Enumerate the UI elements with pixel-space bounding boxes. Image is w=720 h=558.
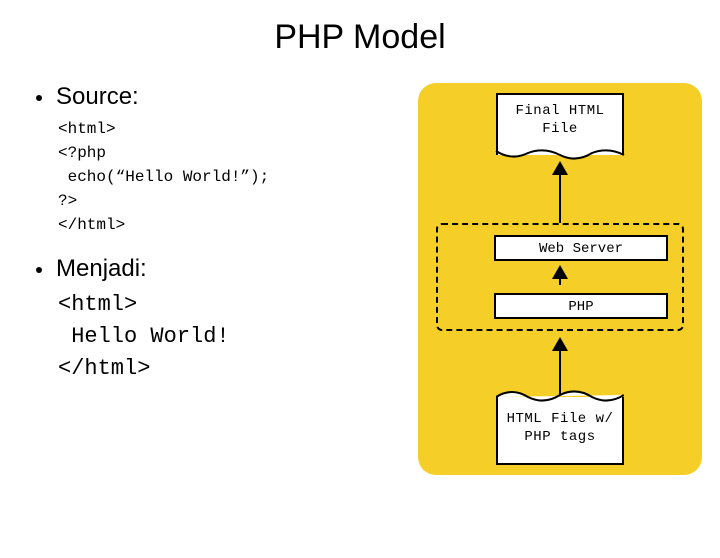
slide-body: Source: <html> <?php echo(“Hello World!”… [0, 83, 720, 475]
arrow-up-icon [559, 339, 561, 395]
arrow-up-small-icon [559, 267, 561, 285]
menjadi-label: Menjadi: [56, 255, 147, 283]
source-code-block: <html> <?php echo(“Hello World!”); ?> </… [58, 117, 408, 237]
result-code-block: <html> Hello World! </html> [58, 289, 408, 385]
slide-title: PHP Model [0, 18, 720, 57]
final-html-label: Final HTML File [498, 95, 622, 138]
web-server-box: Web Server [494, 235, 668, 261]
source-html-doc: HTML File w/ PHP tags [496, 397, 624, 465]
php-box: PHP [494, 293, 668, 319]
bullet-dot-icon [36, 267, 42, 273]
right-column: Final HTML File Web Server PHP [418, 83, 720, 475]
bullet-dot-icon [36, 95, 42, 101]
source-label: Source: [56, 83, 139, 111]
bullet-result: Menjadi: [36, 255, 408, 283]
source-html-label: HTML File w/ PHP tags [498, 397, 622, 446]
torn-edge-icon [496, 389, 624, 403]
arrow-up-icon [559, 163, 561, 223]
final-html-doc: Final HTML File [496, 93, 624, 155]
bullet-source: Source: [36, 83, 408, 111]
left-column: Source: <html> <?php echo(“Hello World!”… [0, 83, 418, 475]
php-diagram: Final HTML File Web Server PHP [418, 83, 702, 475]
